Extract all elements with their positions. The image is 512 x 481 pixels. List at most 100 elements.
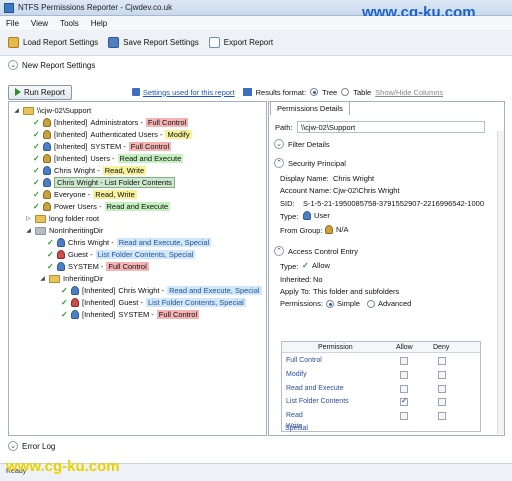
collapse-icon[interactable]: ◢: [25, 227, 32, 234]
from-group-label: From Group:: [280, 226, 323, 235]
ace-expander[interactable]: ⌃ Access Control Entry: [274, 246, 358, 256]
details-scrollbar[interactable]: [497, 131, 504, 434]
tree-node-folder[interactable]: ◢ InheritingDir: [39, 273, 103, 284]
group-icon: [43, 190, 51, 199]
allow-check-icon: ✓: [33, 166, 40, 175]
tree-node-folder[interactable]: ◢ NonInheritingDir: [25, 225, 103, 236]
tree-node-ace[interactable]: ✓ [Inherited] Chris Wright - Read and Ex…: [61, 285, 262, 296]
node-label: Administrators -: [90, 118, 143, 127]
user-icon: [303, 211, 311, 220]
inherited-value: No: [313, 275, 323, 284]
window-title: NTFS Permissions Reporter - Cjwdev.co.uk: [18, 3, 173, 12]
menu-help[interactable]: Help: [91, 19, 107, 28]
allow-checkbox[interactable]: [400, 385, 408, 393]
group-icon: [43, 130, 51, 139]
node-label: \\cjw-02\Support: [37, 106, 92, 115]
advanced-radio[interactable]: [366, 299, 375, 308]
deny-checkbox[interactable]: [438, 398, 446, 406]
allow-checkbox[interactable]: [400, 371, 408, 379]
filter-details-expander[interactable]: ⌄ Filter Details: [274, 139, 330, 149]
tree-node-ace[interactable]: ✓ [Inherited] Authenticated Users - Modi…: [33, 129, 192, 140]
perm-row-label: List Folder Contents: [286, 398, 349, 405]
node-prefix: [Inherited]: [54, 118, 88, 127]
deny-checkbox[interactable]: [438, 357, 446, 365]
tree-node-ace[interactable]: ✓ [Inherited] SYSTEM - Full Control: [33, 141, 172, 152]
node-label: SYSTEM -: [90, 142, 126, 151]
tree-node-folder[interactable]: ▷ long folder root: [25, 213, 99, 224]
chevron-up-icon: ⌃: [274, 246, 284, 256]
menu-view[interactable]: View: [31, 19, 48, 28]
allow-check-icon: ✓: [33, 142, 40, 151]
node-label: Power Users -: [54, 202, 102, 211]
deny-checkbox[interactable]: [438, 371, 446, 379]
permission-badge: Read, Write: [93, 190, 137, 199]
menu-tools[interactable]: Tools: [60, 19, 79, 28]
node-prefix: [Inherited]: [82, 298, 116, 307]
tree-radio[interactable]: [310, 88, 319, 96]
tree-node-ace[interactable]: ✓ Chris Wright - Read and Execute, Speci…: [47, 237, 212, 248]
path-field[interactable]: \\cjw-02\Support: [297, 121, 485, 133]
node-label: SYSTEM -: [68, 262, 104, 271]
deny-checkbox[interactable]: [438, 412, 446, 420]
permission-badge: List Folder Contents, Special: [145, 298, 246, 307]
tree-node-ace[interactable]: ✓ Chris Wright - Read, Write: [33, 165, 147, 176]
security-principal-expander[interactable]: ⌃ Security Principal: [274, 158, 346, 168]
export-report-button[interactable]: Export Report: [208, 37, 273, 48]
from-group-value: N/A: [336, 225, 349, 234]
filter-details-label: Filter Details: [288, 139, 330, 149]
folder-open-icon: [8, 37, 19, 48]
allow-check-icon: ✓: [47, 262, 54, 271]
tab-permissions-details[interactable]: Permissions Details: [270, 101, 350, 115]
allow-check-icon: ✓: [302, 261, 309, 270]
perm-row-label: Read: [286, 412, 303, 419]
run-report-button[interactable]: Run Report: [8, 84, 72, 100]
group-icon: [43, 154, 51, 163]
new-report-settings-expander[interactable]: ⌄ New Report Settings: [8, 60, 95, 70]
settings-used-link[interactable]: Settings used for this report: [143, 88, 235, 97]
tree-node-root[interactable]: ◢ \\cjw-02\Support: [13, 105, 91, 116]
group-icon: [43, 118, 51, 127]
tree-node-ace[interactable]: ✓ Power Users - Read and Execute: [33, 201, 171, 212]
node-label: InheritingDir: [63, 274, 104, 283]
tree-node-ace[interactable]: ✓ [Inherited] Guest - List Folder Conten…: [61, 297, 246, 308]
show-hide-columns-link[interactable]: Show/Hide Columns: [375, 88, 443, 97]
allow-check-icon: ✓: [33, 178, 40, 187]
collapse-icon[interactable]: ◢: [13, 107, 20, 114]
chevron-down-icon: ⌄: [274, 139, 284, 149]
error-log-expander[interactable]: ⌄ Error Log: [8, 441, 55, 451]
tree-node-ace[interactable]: ✓ SYSTEM - Full Control: [47, 261, 149, 272]
results-tree[interactable]: ◢ \\cjw-02\Support ✓ [Inherited] Adminis…: [8, 101, 267, 436]
tree-node-ace[interactable]: ✓ [Inherited] Users - Read and Execute: [33, 153, 184, 164]
tree-node-ace-selected[interactable]: ✓ Chris Wright - List Folder Contents: [33, 177, 175, 188]
permission-badge: Read and Execute, Special: [116, 238, 212, 247]
menu-file[interactable]: File: [6, 19, 19, 28]
permission-badge: Read and Execute: [104, 202, 171, 211]
simple-radio[interactable]: [326, 299, 334, 308]
save-report-settings-button[interactable]: Save Report Settings: [108, 37, 199, 48]
allow-check-icon: ✓: [47, 250, 54, 259]
collapse-icon[interactable]: ◢: [39, 275, 46, 282]
security-principal-label: Security Principal: [288, 158, 346, 168]
load-report-settings-button[interactable]: Load Report Settings: [8, 37, 98, 48]
permission-badge: Full Control: [106, 262, 149, 271]
node-label: Chris Wright -: [118, 286, 165, 295]
node-prefix: [Inherited]: [82, 286, 116, 295]
node-label: Guest -: [118, 298, 143, 307]
results-format-group: Results format: Tree Table Show/Hide Col…: [242, 88, 443, 97]
tree-node-ace[interactable]: ✓ Everyone - Read, Write: [33, 189, 137, 200]
tree-node-ace[interactable]: ✓ Guest - List Folder Contents, Special: [47, 249, 196, 260]
allow-checkbox[interactable]: [400, 412, 408, 420]
run-row: Run Report Settings used for this report…: [8, 84, 508, 100]
table-radio[interactable]: [341, 88, 350, 96]
node-prefix: [Inherited]: [54, 154, 88, 163]
tree-node-ace[interactable]: ✓ [Inherited] SYSTEM - Full Control: [61, 309, 200, 320]
deny-checkbox[interactable]: [438, 385, 446, 393]
tree-node-ace[interactable]: ✓ [Inherited] Administrators - Full Cont…: [33, 117, 189, 128]
allow-checkbox[interactable]: [400, 357, 408, 365]
allow-checkbox[interactable]: [400, 396, 408, 406]
display-name-value: Chris Wright: [333, 174, 375, 183]
expand-icon[interactable]: ▷: [25, 215, 32, 222]
header-deny: Deny: [433, 344, 450, 351]
advanced-label: Advanced: [377, 299, 412, 308]
user-icon: [71, 286, 79, 295]
